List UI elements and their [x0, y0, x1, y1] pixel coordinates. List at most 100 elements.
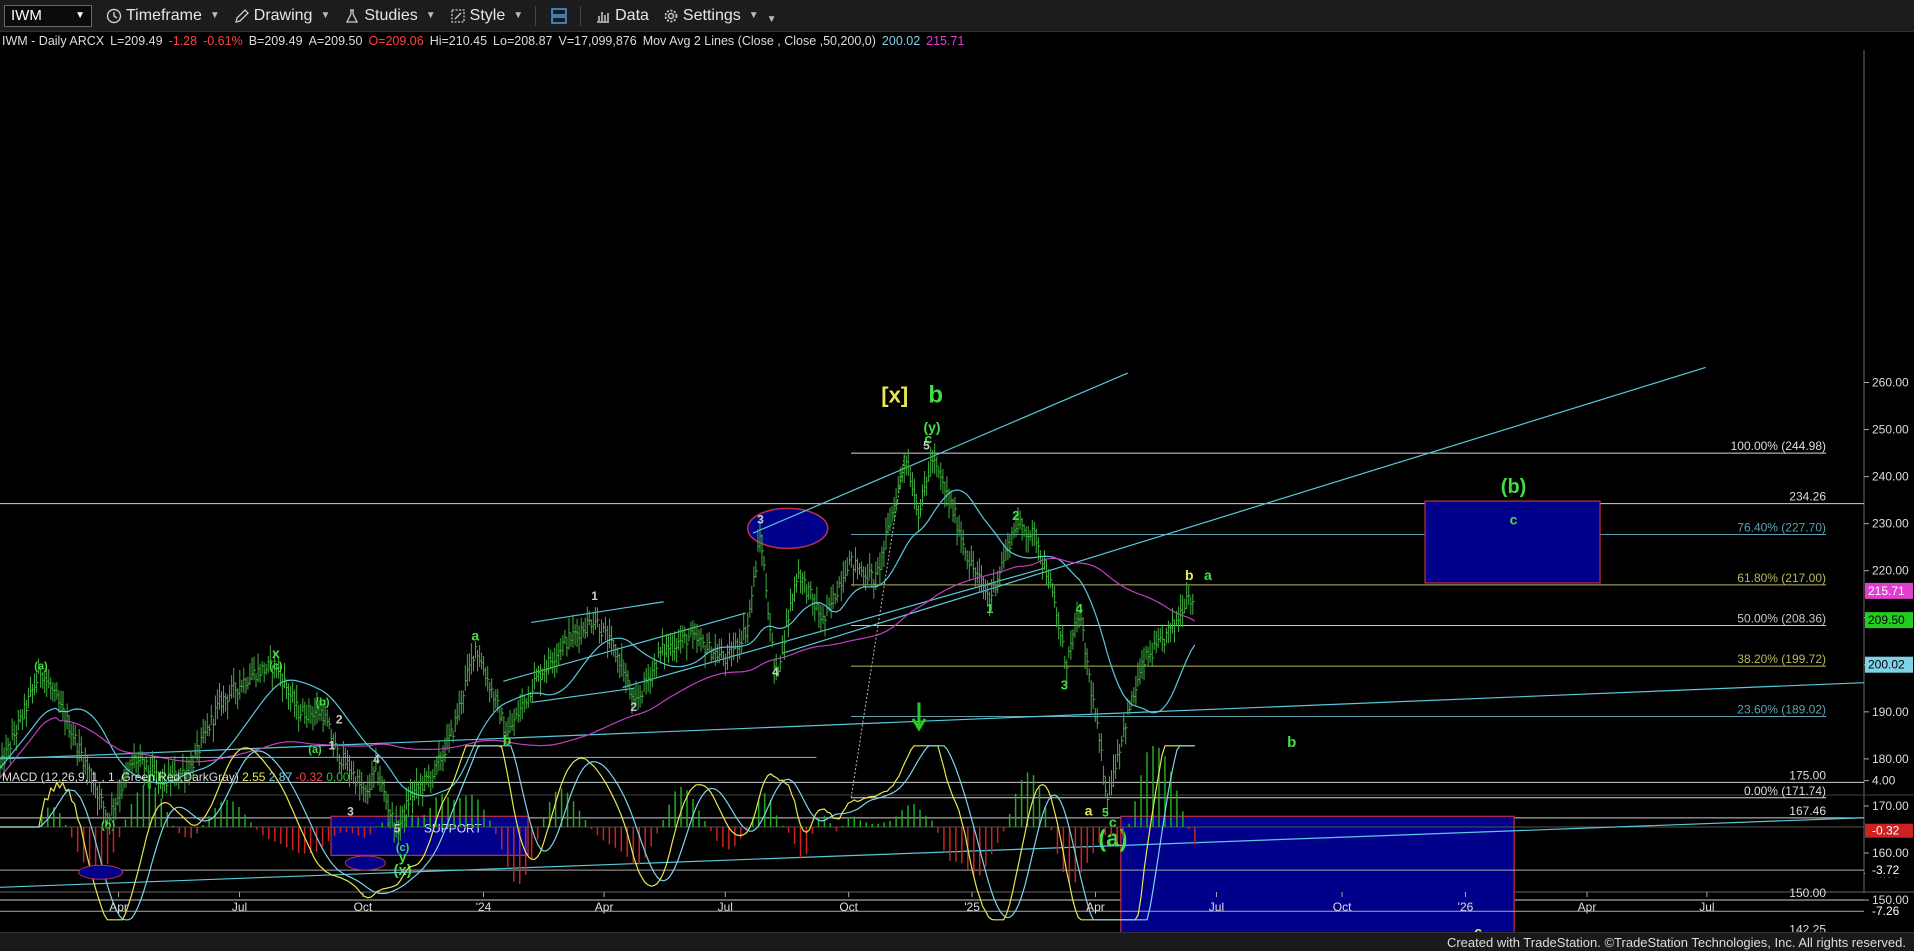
- last-price: L=209.49: [110, 33, 163, 48]
- price-marker-label: 215.71: [1868, 584, 1905, 598]
- price-bar: [763, 555, 766, 571]
- date-tick-label: '26: [1458, 900, 1474, 914]
- price-bar: [765, 573, 769, 599]
- date-tick-label: Apr: [1578, 900, 1597, 914]
- rising-support-line[interactable]: [0, 682, 1865, 760]
- drawing-menu[interactable]: Drawing ▼: [234, 7, 330, 25]
- wave-label: 2: [630, 700, 637, 714]
- macd-marker-label: -3.72: [1872, 863, 1900, 877]
- price-tick-label: 240.00: [1872, 470, 1909, 484]
- price-bar: [824, 615, 827, 637]
- volume: V=17,099,876: [558, 33, 637, 48]
- price-bar: [208, 724, 212, 737]
- caret-down-icon: ▼: [766, 14, 777, 25]
- wave-label: b: [1185, 567, 1194, 583]
- symbol-name: IWM - Daily ARCX: [2, 33, 105, 48]
- toolbar-divider: [535, 5, 537, 26]
- wave-label: (b): [1501, 476, 1527, 498]
- chart-toolbar: IWM ▼ Timeframe ▼ Drawing ▼ Studies ▼ St…: [0, 0, 1914, 32]
- price-marker-label: 209.50: [1868, 613, 1905, 627]
- timeframe-menu[interactable]: Timeframe ▼: [106, 7, 220, 25]
- caret-down-icon: ▼: [209, 10, 220, 21]
- macd-ellipse-annotation[interactable]: [78, 864, 124, 880]
- caret-down-icon: ▼: [425, 10, 436, 21]
- wave-label: (a): [34, 661, 48, 673]
- pencil-icon: [234, 8, 250, 24]
- caret-down-icon: ▼: [513, 10, 524, 21]
- price-bar: [328, 717, 332, 730]
- macd-trend-line: [0, 817, 1865, 888]
- macd-panel[interactable]: MACD (12,26,9, 1 , 1 ,Green,Red,DarkGray…: [0, 745, 1913, 921]
- down-arrow-icon: [911, 702, 927, 732]
- wave-label: a: [471, 627, 479, 643]
- macd-tick-label: 4.00: [1872, 774, 1896, 788]
- price-bar: [9, 741, 13, 764]
- style-label: Style: [469, 6, 506, 24]
- date-tick-label: Apr: [1086, 900, 1105, 914]
- fib-level-label: 38.20% (199.72): [1737, 652, 1826, 666]
- bar-chart-icon: [595, 8, 611, 24]
- symbol-text: IWM: [11, 7, 42, 24]
- net-change: -1.28: [168, 33, 198, 48]
- fib-level-label: 61.80% (217.00): [1737, 571, 1826, 585]
- flask-icon: [344, 8, 360, 24]
- data-menu[interactable]: Data: [595, 7, 649, 25]
- date-tick-label: Apr: [109, 900, 128, 914]
- date-tick-label: '24: [476, 900, 492, 914]
- wave-label: 3: [1061, 677, 1068, 692]
- macd-ellipse-annotation[interactable]: [344, 855, 386, 871]
- wave-label: 1: [591, 589, 598, 603]
- caret-down-icon: ▼: [748, 10, 759, 21]
- symbol-selector[interactable]: IWM ▼: [4, 4, 92, 27]
- ma1-value: 200.02: [881, 33, 921, 48]
- wave-label: 3: [757, 513, 764, 527]
- price-bar: [36, 672, 39, 693]
- ask-price: A=209.50: [308, 33, 363, 48]
- price-bar: [1054, 586, 1057, 608]
- price-tick-label: 260.00: [1872, 376, 1909, 390]
- price-bar: [655, 660, 659, 678]
- date-tick-label: Oct: [839, 900, 858, 914]
- settings-label: Settings: [682, 6, 741, 24]
- horizontal-level-label: 142.25: [1789, 923, 1826, 932]
- date-tick-label: Jul: [1209, 900, 1224, 914]
- high-price: Hi=210.45: [429, 33, 488, 48]
- macd-marker-label: -0.32: [1872, 824, 1900, 838]
- date-tick-label: Jul: [1699, 900, 1714, 914]
- wave-label: a: [1204, 567, 1212, 583]
- style-icon: [450, 8, 466, 24]
- open-price: O=209.06: [368, 33, 424, 48]
- clock-icon: [106, 8, 122, 24]
- studies-menu[interactable]: Studies ▼: [344, 7, 436, 25]
- date-tick-label: Jul: [718, 900, 733, 914]
- style-menu[interactable]: Style ▼: [450, 7, 523, 25]
- fib-level-label: 76.40% (227.70): [1737, 520, 1826, 534]
- price-bar: [1192, 593, 1195, 615]
- price-bar: [1125, 723, 1128, 745]
- wave-label: c: [1474, 923, 1482, 932]
- wave-label: a: [1085, 802, 1093, 818]
- gear-icon: [663, 8, 679, 24]
- price-tick-label: 250.00: [1872, 423, 1909, 437]
- price-bar: [74, 725, 78, 746]
- target-box-a[interactable]: [1120, 815, 1515, 932]
- date-tick-label: Oct: [1333, 900, 1352, 914]
- price-bar: [641, 690, 645, 704]
- date-tick-label: Apr: [595, 900, 614, 914]
- price-chart[interactable]: 260.00250.00240.00230.00220.00210.00200.…: [0, 50, 1914, 932]
- settings-menu[interactable]: Settings ▼ ▼: [663, 6, 777, 25]
- fib-level-label: 50.00% (208.36): [1737, 611, 1826, 625]
- layout-button[interactable]: [550, 7, 568, 25]
- date-tick-label: Oct: [354, 900, 373, 914]
- channel-line-3[interactable]: [531, 687, 634, 704]
- price-marker-label: 200.02: [1868, 658, 1905, 672]
- price-bar: [755, 560, 758, 578]
- price-tick-label: 230.00: [1872, 517, 1909, 531]
- wave-label: (c): [269, 661, 283, 673]
- price-bar: [1119, 743, 1122, 770]
- wave-label: 5: [923, 438, 930, 452]
- timeframe-label: Timeframe: [126, 6, 202, 24]
- price-bar: [751, 585, 754, 614]
- fib-level-label: 23.60% (189.02): [1737, 702, 1826, 716]
- price-tick-label: 220.00: [1872, 564, 1909, 578]
